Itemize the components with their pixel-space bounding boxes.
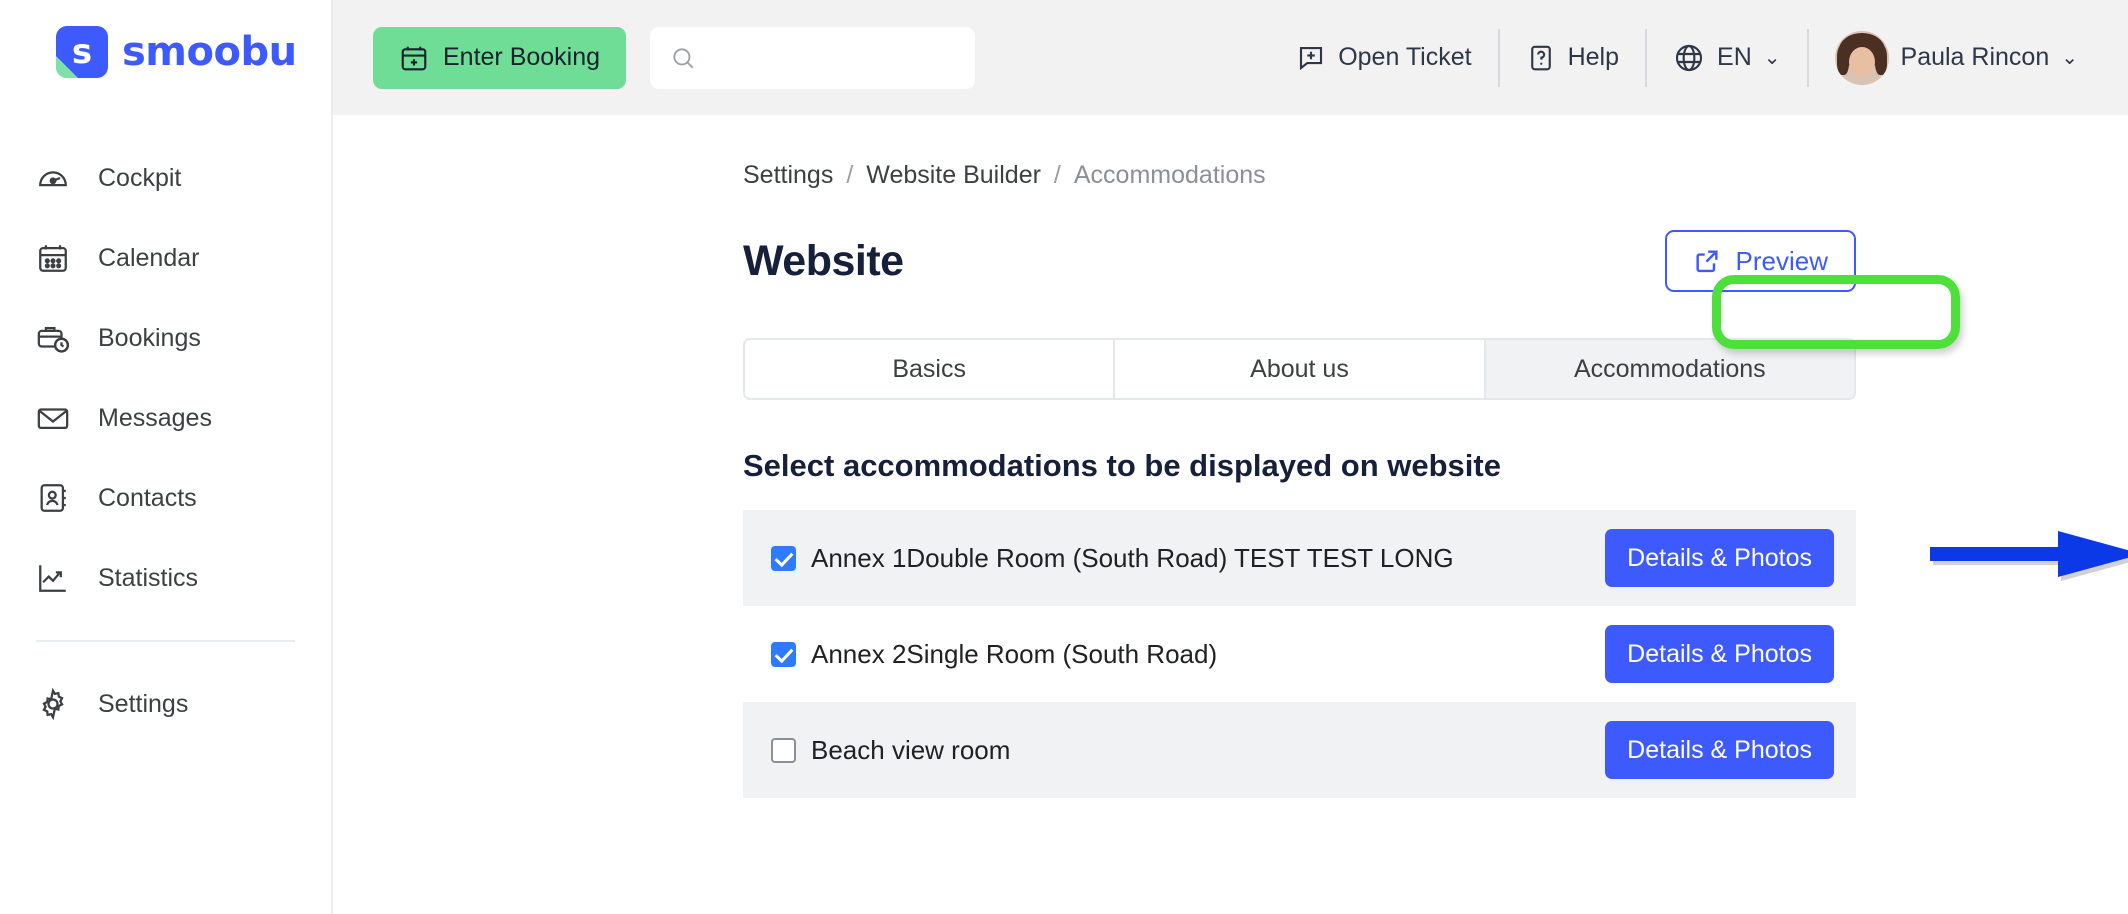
details-and-photos-button[interactable]: Details & Photos	[1605, 529, 1834, 587]
search-input[interactable]	[708, 44, 956, 71]
sidebar-item-calendar[interactable]: Calendar	[0, 218, 331, 298]
page-title: Website	[743, 236, 904, 285]
sidebar-item-messages[interactable]: Messages	[0, 378, 331, 458]
top-bar: Enter Booking Open Ticket Help EN ⌄ Paul…	[333, 0, 2128, 115]
gear-icon	[42, 687, 64, 721]
sidebar-item-bookings[interactable]: Bookings	[0, 298, 331, 378]
external-link-icon	[1695, 250, 1718, 273]
brand-logo[interactable]: s smoobu	[0, 0, 331, 78]
sidebar-item-label: Cockpit	[98, 163, 182, 192]
details-and-photos-button[interactable]: Details & Photos	[1605, 625, 1834, 683]
calendar-plus-icon	[401, 46, 427, 70]
tab-basics[interactable]: Basics	[745, 340, 1116, 398]
tab-label: Accommodations	[1573, 354, 1766, 383]
preview-label: Preview	[1735, 245, 1828, 276]
sidebar-item-contacts[interactable]: Contacts	[0, 458, 331, 538]
user-name: Paula Rincon	[1900, 43, 2050, 71]
sidebar-item-settings[interactable]: Settings	[0, 664, 331, 744]
section-heading: Select accommodations to be displayed on…	[743, 448, 1501, 483]
envelope-icon	[37, 408, 69, 430]
open-ticket-label: Open Ticket	[1338, 43, 1472, 71]
help-button[interactable]: Help	[1500, 29, 1645, 87]
sidebar-item-label: Statistics	[98, 563, 199, 592]
sidebar-item-label: Messages	[98, 403, 212, 432]
chevron-down-icon: ⌄	[1763, 47, 1781, 69]
open-ticket-button[interactable]: Open Ticket	[1270, 29, 1497, 87]
sidebar-item-label: Settings	[98, 689, 189, 718]
breadcrumb: Settings / Website Builder / Accommodati…	[333, 161, 2128, 190]
enter-booking-label: Enter Booking	[443, 43, 601, 71]
accommodations-list: Annex 1Double Room (South Road) TEST TES…	[743, 510, 1856, 798]
preview-button[interactable]: Preview	[1664, 230, 1856, 292]
title-row: Website Preview	[333, 190, 2128, 292]
breadcrumb-separator: /	[846, 161, 854, 189]
chevron-down-icon: ⌄	[2061, 47, 2078, 69]
table-row: Beach view room Details & Photos	[743, 702, 1856, 798]
language-selector[interactable]: EN ⌄	[1647, 29, 1807, 87]
breadcrumb-item-settings[interactable]: Settings	[743, 161, 833, 190]
avatar	[1834, 30, 1889, 85]
details-and-photos-button[interactable]: Details & Photos	[1605, 721, 1834, 779]
tab-accommodations[interactable]: Accommodations	[1485, 340, 1854, 398]
brand-name: smoobu	[122, 29, 297, 75]
tab-about-us[interactable]: About us	[1115, 340, 1486, 398]
main-area: Enter Booking Open Ticket Help EN ⌄ Paul…	[333, 0, 2128, 914]
table-row: Annex 2Single Room (South Road) Details …	[743, 606, 1856, 702]
accommodation-name: Annex 2Single Room (South Road)	[811, 638, 1218, 669]
breadcrumb-separator: /	[1053, 161, 1061, 189]
globe-icon	[1675, 44, 1703, 71]
help-label: Help	[1567, 43, 1620, 71]
enter-booking-button[interactable]: Enter Booking	[373, 26, 627, 89]
sidebar-item-cockpit[interactable]: Cockpit	[0, 138, 331, 218]
tab-label: Basics	[892, 354, 966, 383]
chart-icon	[39, 565, 66, 592]
search-box[interactable]	[650, 26, 976, 89]
contacts-icon	[40, 484, 66, 512]
cockpit-icon	[39, 171, 67, 187]
language-label: EN	[1717, 43, 1752, 71]
app-root: s smoobu Cockpit Calendar Bookings Messa…	[0, 0, 2128, 914]
breadcrumb-item-accommodations: Accommodations	[1073, 161, 1266, 189]
sidebar-item-statistics[interactable]: Statistics	[0, 538, 331, 618]
breadcrumb-item-website-builder[interactable]: Website Builder	[866, 161, 1041, 190]
tab-label: About us	[1250, 354, 1349, 383]
sidebar-item-label: Calendar	[98, 243, 200, 272]
calendar-icon	[39, 245, 67, 272]
tabs-wrap: Basics About us Accommodations	[333, 275, 2128, 400]
sidebar-item-label: Contacts	[98, 483, 197, 512]
sidebar: s smoobu Cockpit Calendar Bookings Messa…	[0, 0, 333, 914]
table-row: Annex 1Double Room (South Road) TEST TES…	[743, 510, 1856, 606]
sidebar-nav: Cockpit Calendar Bookings Messages Conta…	[0, 138, 331, 744]
accommodation-checkbox[interactable]	[771, 737, 796, 763]
sidebar-item-label: Bookings	[98, 323, 201, 352]
accommodation-name: Annex 1Double Room (South Road) TEST TES…	[811, 542, 1454, 573]
content-area: Settings / Website Builder / Accommodati…	[333, 115, 2128, 798]
tab-bar: Basics About us Accommodations	[743, 338, 1856, 400]
search-icon	[673, 47, 694, 68]
accommodation-name: Beach view room	[811, 734, 1011, 765]
smoobu-logo-icon: s	[56, 26, 108, 78]
ticket-plus-icon	[1300, 46, 1323, 70]
logo-corner-accent	[56, 56, 78, 78]
bookings-icon	[37, 326, 70, 353]
top-bar-right: Open Ticket Help EN ⌄ Paula Rincon ⌄	[1270, 0, 2104, 115]
user-menu[interactable]: Paula Rincon ⌄	[1809, 29, 2104, 87]
accommodation-checkbox[interactable]	[771, 545, 796, 571]
help-icon	[1530, 45, 1551, 70]
accommodation-checkbox[interactable]	[771, 641, 796, 667]
sidebar-divider	[36, 640, 295, 642]
